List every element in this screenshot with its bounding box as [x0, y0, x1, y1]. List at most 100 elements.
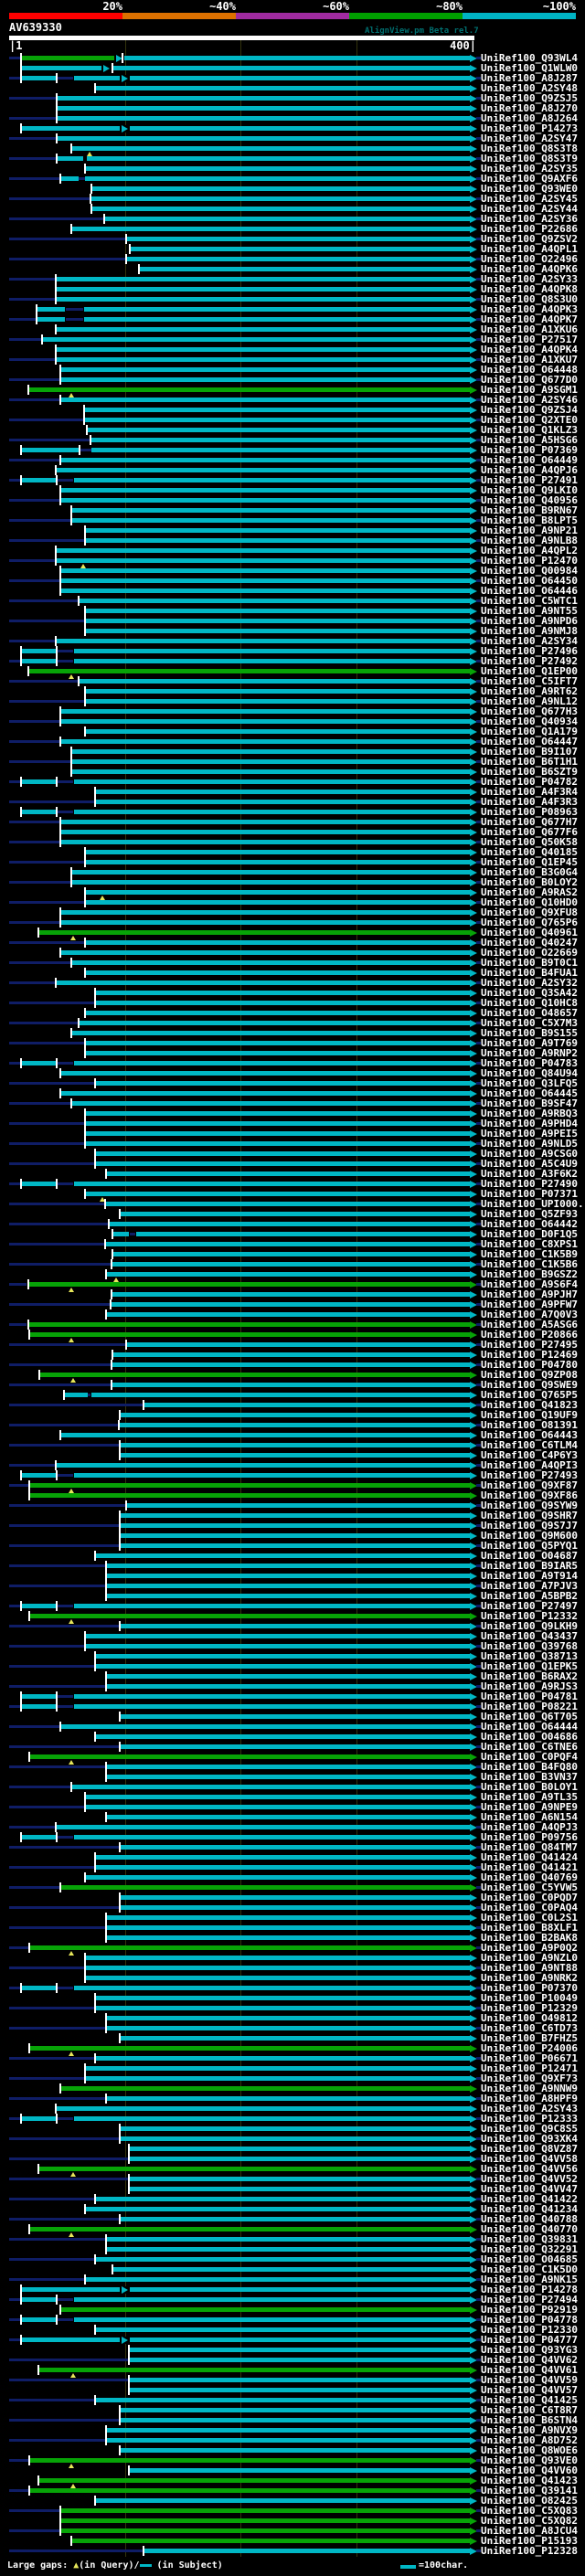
alignment-segment[interactable] — [106, 1312, 470, 1317]
alignment-segment[interactable] — [120, 1744, 470, 1749]
alignment-segment[interactable] — [71, 769, 470, 774]
alignment-segment[interactable] — [74, 2116, 470, 2121]
alignment-segment[interactable] — [56, 327, 470, 332]
alignment-segment[interactable] — [21, 1704, 56, 1709]
alignment-segment[interactable] — [74, 1473, 470, 1478]
alignment-segment[interactable] — [21, 2337, 470, 2342]
alignment-segment[interactable] — [85, 1041, 470, 1045]
alignment-segment[interactable] — [29, 1322, 470, 1327]
alignment-segment[interactable] — [95, 800, 470, 804]
alignment-segment[interactable] — [91, 186, 470, 191]
alignment-segment[interactable] — [91, 207, 470, 211]
alignment-segment[interactable] — [144, 2549, 470, 2553]
alignment-segment[interactable] — [85, 2277, 470, 2282]
alignment-segment[interactable] — [71, 960, 470, 965]
alignment-segment[interactable] — [71, 508, 470, 513]
alignment-segment[interactable] — [120, 1212, 470, 1216]
alignment-segment[interactable] — [85, 689, 470, 694]
alignment-segment[interactable] — [79, 679, 470, 684]
alignment-segment[interactable] — [95, 790, 470, 794]
alignment-segment[interactable] — [60, 2086, 470, 2091]
alignment-segment[interactable] — [29, 1754, 470, 1759]
alignment-segment[interactable] — [106, 1574, 470, 1578]
alignment-segment[interactable] — [95, 2006, 470, 2010]
alignment-segment[interactable] — [85, 629, 470, 633]
alignment-segment[interactable] — [21, 1835, 56, 1839]
alignment-segment[interactable] — [71, 1101, 470, 1106]
alignment-segment[interactable] — [29, 1282, 470, 1287]
alignment-segment[interactable] — [120, 1714, 470, 1719]
alignment-segment[interactable] — [60, 578, 470, 583]
alignment-segment[interactable] — [104, 217, 470, 221]
alignment-segment[interactable] — [95, 1996, 470, 2000]
alignment-segment[interactable] — [120, 2448, 470, 2453]
alignment-segment[interactable] — [85, 2207, 470, 2211]
alignment-segment[interactable] — [95, 991, 470, 995]
subject-label[interactable]: UniRef100_P12328 — [481, 2546, 578, 2557]
alignment-segment[interactable] — [129, 2468, 470, 2473]
alignment-segment[interactable] — [29, 1493, 470, 1498]
alignment-segment[interactable] — [84, 408, 470, 412]
alignment-segment[interactable] — [85, 538, 470, 543]
alignment-segment[interactable] — [60, 1071, 470, 1076]
alignment-segment[interactable] — [29, 2227, 470, 2231]
alignment-segment[interactable] — [21, 2116, 56, 2121]
alignment-segment[interactable] — [71, 870, 470, 875]
alignment-segment[interactable] — [85, 1011, 470, 1015]
alignment-segment[interactable] — [85, 1634, 470, 1638]
alignment-segment[interactable] — [112, 1292, 470, 1297]
alignment-segment[interactable] — [29, 2458, 470, 2463]
alignment-segment[interactable] — [57, 116, 470, 121]
alignment-segment[interactable] — [106, 2016, 470, 2020]
alignment-segment[interactable] — [106, 2026, 470, 2030]
alignment-segment[interactable] — [120, 1845, 470, 1850]
alignment-segment[interactable] — [106, 1935, 470, 1940]
alignment-segment[interactable] — [56, 287, 470, 292]
alignment-segment[interactable] — [144, 1403, 470, 1407]
alignment-segment[interactable] — [57, 106, 470, 111]
alignment-segment[interactable] — [60, 2508, 470, 2513]
alignment-segment[interactable] — [71, 518, 470, 523]
alignment-segment[interactable] — [74, 1061, 470, 1065]
alignment-segment[interactable] — [84, 317, 470, 322]
alignment-segment[interactable] — [85, 1121, 470, 1126]
alignment-segment[interactable] — [95, 1865, 470, 1870]
alignment-segment[interactable] — [106, 2247, 470, 2252]
alignment-segment[interactable] — [136, 1232, 470, 1236]
alignment-segment[interactable] — [95, 2398, 470, 2402]
alignment-segment[interactable] — [126, 237, 470, 241]
alignment-segment[interactable] — [21, 448, 79, 452]
alignment-segment[interactable] — [56, 2106, 470, 2111]
alignment-segment[interactable] — [85, 619, 470, 623]
alignment-segment[interactable] — [112, 1262, 470, 1267]
alignment-segment[interactable] — [105, 1202, 470, 1206]
alignment-segment[interactable] — [60, 488, 470, 493]
alignment-segment[interactable] — [21, 56, 115, 60]
alignment-segment[interactable] — [84, 307, 470, 312]
alignment-segment[interactable] — [74, 2297, 470, 2302]
alignment-segment[interactable] — [60, 588, 470, 593]
alignment-segment[interactable] — [106, 1815, 470, 1819]
alignment-segment[interactable] — [56, 639, 470, 643]
alignment-segment[interactable] — [106, 1584, 470, 1588]
alignment-segment[interactable] — [85, 970, 470, 975]
alignment-segment[interactable] — [126, 257, 470, 261]
alignment-segment[interactable] — [60, 568, 470, 573]
alignment-segment[interactable] — [60, 2528, 470, 2533]
alignment-segment[interactable] — [38, 2478, 470, 2483]
alignment-segment[interactable] — [21, 478, 56, 482]
alignment-segment[interactable] — [95, 1001, 470, 1005]
alignment-segment[interactable] — [71, 2539, 470, 2543]
alignment-segment[interactable] — [120, 2418, 470, 2422]
alignment-segment[interactable] — [95, 1081, 470, 1086]
alignment-segment[interactable] — [139, 267, 470, 271]
alignment-segment[interactable] — [90, 196, 470, 201]
alignment-segment[interactable] — [21, 66, 102, 70]
alignment-segment[interactable] — [120, 1453, 470, 1458]
alignment-segment[interactable] — [95, 1664, 470, 1669]
alignment-segment[interactable] — [129, 2388, 470, 2392]
alignment-segment[interactable] — [120, 1513, 470, 1518]
alignment-segment[interactable] — [85, 1051, 470, 1055]
alignment-segment[interactable] — [60, 950, 470, 955]
alignment-segment[interactable] — [56, 1825, 470, 1829]
